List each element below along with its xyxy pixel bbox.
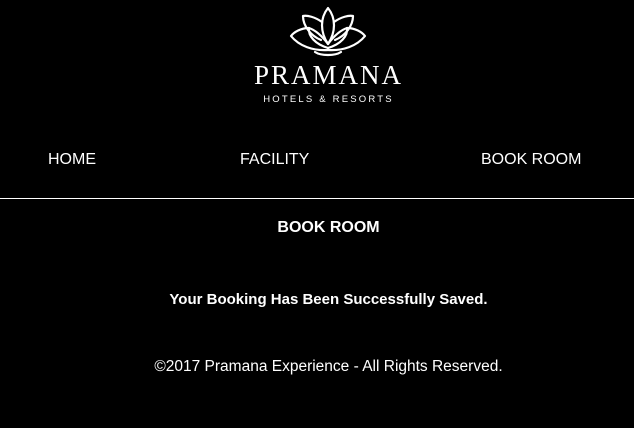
page-title: BOOK ROOM bbox=[277, 219, 380, 236]
page: PRAMANA HOTELS & RESORTS HOME FACILITY B… bbox=[0, 0, 634, 428]
nav-book-room-link[interactable]: BOOK ROOM bbox=[481, 150, 581, 170]
brand-name: PRAMANA bbox=[253, 60, 404, 90]
brand-logo[interactable]: PRAMANA HOTELS & RESORTS bbox=[0, 6, 634, 110]
footer-copyright: ©2017 Pramana Experience - All Rights Re… bbox=[154, 358, 503, 375]
booking-success-message: Your Booking Has Been Successfully Saved… bbox=[169, 291, 488, 308]
main-nav: HOME FACILITY BOOK ROOM bbox=[0, 150, 634, 172]
nav-facility-link[interactable]: FACILITY bbox=[240, 150, 309, 170]
nav-divider bbox=[0, 198, 634, 199]
brand-tagline: HOTELS & RESORTS bbox=[263, 94, 394, 105]
nav-home-link[interactable]: HOME bbox=[48, 150, 96, 170]
lotus-icon bbox=[289, 6, 367, 57]
